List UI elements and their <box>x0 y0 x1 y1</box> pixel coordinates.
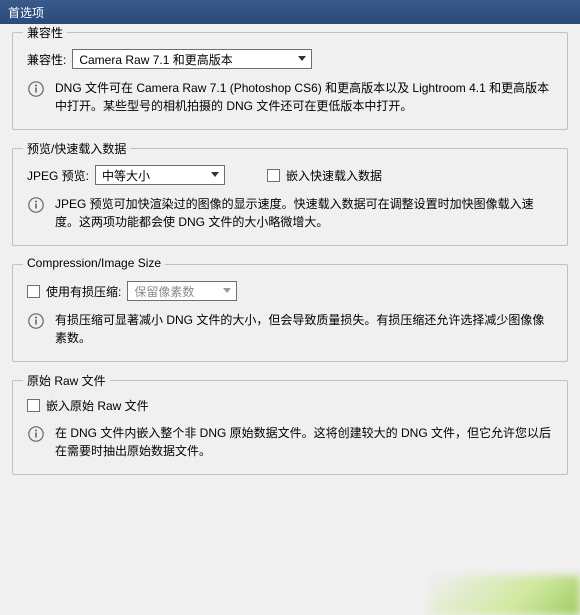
group-raw-title: 原始 Raw 文件 <box>23 372 110 389</box>
pixel-count-dropdown-value: 保留像素数 <box>134 283 194 300</box>
info-icon <box>27 425 45 443</box>
chevron-down-icon <box>220 284 234 298</box>
compatibility-info-text: DNG 文件可在 Camera Raw 7.1 (Photoshop CS6) … <box>55 79 553 115</box>
chevron-down-icon <box>208 168 222 182</box>
jpeg-preview-dropdown-value: 中等大小 <box>102 167 150 184</box>
info-icon <box>27 312 45 330</box>
titlebar: 首选项 <box>0 0 580 24</box>
group-compression: Compression/Image Size 使用有损压缩: 保留像素数 有损压… <box>12 264 568 362</box>
lossy-compression-checkbox[interactable] <box>27 285 40 298</box>
compatibility-dropdown-value: Camera Raw 7.1 和更高版本 <box>79 51 232 68</box>
preview-info-text: JPEG 预览可加快渲染过的图像的显示速度。快速载入数据可在调整设置时加快图像载… <box>55 195 553 231</box>
info-icon <box>27 80 45 98</box>
group-compatibility: 兼容性 兼容性: Camera Raw 7.1 和更高版本 DNG 文件可在 C… <box>12 32 568 130</box>
embed-raw-label: 嵌入原始 Raw 文件 <box>46 397 149 414</box>
embed-raw-checkbox[interactable] <box>27 399 40 412</box>
group-compression-title: Compression/Image Size <box>23 256 165 270</box>
pixel-count-dropdown[interactable]: 保留像素数 <box>127 281 237 301</box>
group-preview-title: 预览/快速载入数据 <box>23 140 130 157</box>
embed-fast-load-label: 嵌入快速载入数据 <box>286 167 382 184</box>
content-area: 兼容性 兼容性: Camera Raw 7.1 和更高版本 DNG 文件可在 C… <box>0 24 580 615</box>
compression-info-text: 有损压缩可显著减小 DNG 文件的大小，但会导致质量损失。有损压缩还允许选择减少… <box>55 311 553 347</box>
jpeg-preview-label: JPEG 预览: <box>27 167 89 184</box>
lossy-compression-label: 使用有损压缩: <box>46 283 121 300</box>
jpeg-preview-dropdown[interactable]: 中等大小 <box>95 165 225 185</box>
group-raw: 原始 Raw 文件 嵌入原始 Raw 文件 在 DNG 文件内嵌入整个非 DNG… <box>12 380 568 475</box>
raw-info-text: 在 DNG 文件内嵌入整个非 DNG 原始数据文件。这将创建较大的 DNG 文件… <box>55 424 553 460</box>
embed-fast-load-checkbox[interactable] <box>267 169 280 182</box>
chevron-down-icon <box>295 52 309 66</box>
group-compatibility-title: 兼容性 <box>23 24 67 41</box>
info-icon <box>27 196 45 214</box>
window-title: 首选项 <box>8 4 44 21</box>
compatibility-dropdown[interactable]: Camera Raw 7.1 和更高版本 <box>72 49 312 69</box>
compatibility-label: 兼容性: <box>27 51 66 68</box>
group-preview: 预览/快速载入数据 JPEG 预览: 中等大小 嵌入快速载入数据 JPEG 预览… <box>12 148 568 246</box>
